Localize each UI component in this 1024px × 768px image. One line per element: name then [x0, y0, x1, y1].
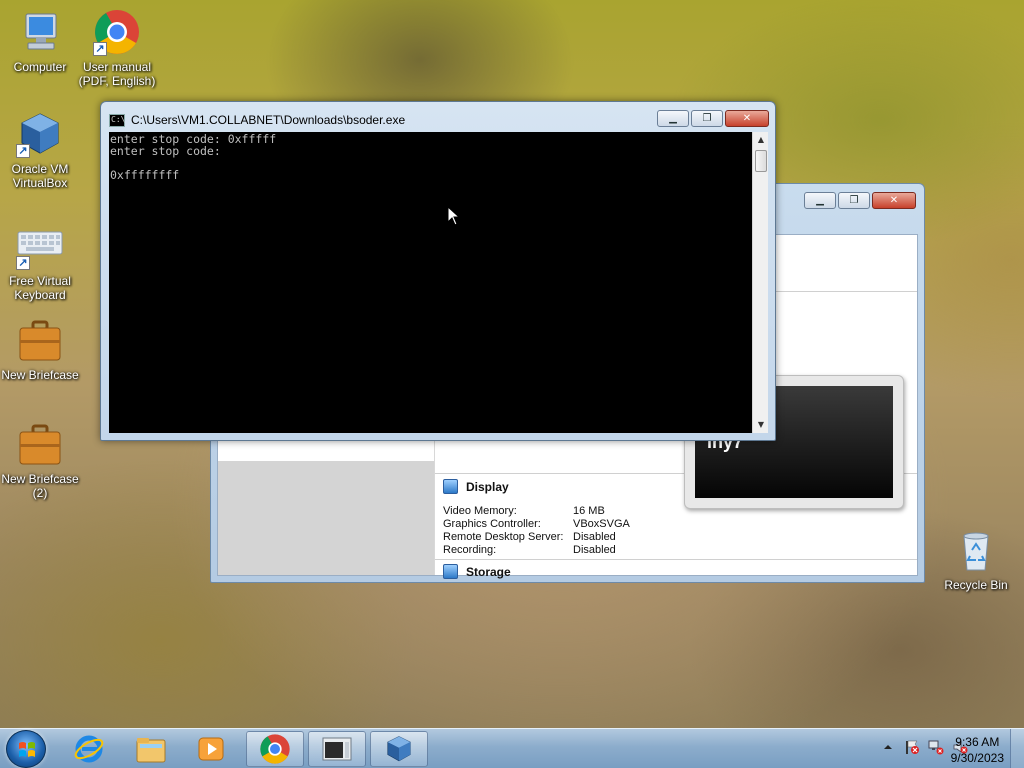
- show-desktop-button[interactable]: [1010, 729, 1024, 768]
- chrome-shortcut-icon: ↗: [93, 8, 141, 56]
- storage-section-title: Storage: [466, 564, 511, 579]
- detail-value: VBoxSVGA: [573, 518, 630, 530]
- taskbar-clock[interactable]: 9:36 AM 9/30/2023: [951, 734, 1004, 766]
- taskbar: 9:36 AM 9/30/2023: [0, 728, 1024, 768]
- action-center-flag-icon[interactable]: [904, 739, 920, 755]
- storage-section-header[interactable]: Storage: [443, 564, 511, 579]
- minimize-button[interactable]: ▁: [657, 110, 689, 127]
- desktop-icon-label: Oracle VM VirtualBox: [11, 162, 69, 190]
- internet-explorer-icon: [74, 735, 104, 763]
- console-app-icon: [322, 737, 352, 761]
- desktop-icon-label: Free Virtual Keyboard: [9, 274, 71, 302]
- media-player-icon: [198, 737, 224, 761]
- shortcut-arrow-icon: ↗: [16, 256, 30, 270]
- recycle-bin-icon: [952, 526, 1000, 574]
- desktop-icon-recycle-bin[interactable]: Recycle Bin: [936, 526, 1016, 592]
- desktop-icon-label: New Briefcase: [1, 368, 79, 382]
- detail-key: Recording:: [443, 544, 497, 556]
- display-section-title: Display: [466, 479, 509, 494]
- computer-icon: [16, 8, 64, 56]
- detail-key: Video Memory:: [443, 505, 517, 517]
- taskbar-internet-explorer[interactable]: [60, 731, 118, 767]
- desktop-icon-virtual-keyboard[interactable]: ↗ Free Virtual Keyboard: [0, 222, 80, 302]
- briefcase-icon: [16, 420, 64, 468]
- detail-value: 16 MB: [573, 505, 605, 517]
- mouse-cursor-icon: [447, 206, 461, 226]
- maximize-button[interactable]: ❐: [838, 192, 870, 209]
- close-button[interactable]: ✕: [872, 192, 916, 209]
- display-section-header[interactable]: Display: [443, 479, 509, 494]
- desktop-icon-new-briefcase[interactable]: New Briefcase: [0, 316, 80, 382]
- desktop-icon-label: Computer: [13, 60, 67, 74]
- start-button[interactable]: [6, 730, 46, 768]
- detail-value: Disabled: [573, 544, 616, 556]
- shortcut-arrow-icon: ↗: [16, 144, 30, 158]
- shortcut-arrow-icon: ↗: [93, 42, 107, 56]
- desktop-icon-virtualbox[interactable]: ↗ Oracle VM VirtualBox: [0, 110, 80, 190]
- desktop-icon-label: User manual (PDF, English): [78, 60, 156, 88]
- taskbar-media-player[interactable]: [182, 731, 240, 767]
- clock-time: 9:36 AM: [955, 735, 1000, 749]
- console-output[interactable]: enter stop code: 0xfffff enter stop code…: [109, 132, 752, 433]
- desktop-icon-label: Recycle Bin: [944, 578, 1008, 592]
- clock-date: 9/30/2023: [950, 751, 1004, 765]
- divider: [435, 559, 917, 560]
- scrollbar-thumb[interactable]: [755, 150, 767, 172]
- console-window[interactable]: C:\ C:\Users\VM1.COLLABNET\Downloads\bso…: [100, 101, 776, 441]
- taskbar-chrome[interactable]: [246, 731, 304, 767]
- chrome-icon: [260, 734, 290, 764]
- minimize-button[interactable]: ▁: [804, 192, 836, 209]
- keyboard-icon: ↗: [16, 222, 64, 270]
- virtualbox-icon: ↗: [16, 110, 64, 158]
- taskbar-windows-explorer[interactable]: [122, 731, 180, 767]
- windows-logo-icon: [19, 742, 35, 757]
- desktop-icon-user-manual[interactable]: ↗ User manual (PDF, English): [77, 8, 157, 88]
- detail-row: Video Memory: 16 MB: [443, 505, 630, 518]
- storage-icon: [443, 564, 458, 579]
- taskbar-virtualbox[interactable]: [370, 731, 428, 767]
- detail-row: Remote Desktop Server: Disabled: [443, 531, 630, 544]
- close-button[interactable]: ✕: [725, 110, 769, 127]
- scroll-up-arrow-icon[interactable]: ▲: [753, 132, 769, 148]
- console-window-title: C:\Users\VM1.COLLABNET\Downloads\bsoder.…: [131, 113, 406, 127]
- briefcase-icon: [16, 316, 64, 364]
- scroll-down-arrow-icon[interactable]: ▼: [753, 417, 769, 433]
- display-icon: [443, 479, 458, 494]
- console-app-icon: C:\: [109, 113, 125, 127]
- desktop-icon-label: New Briefcase (2): [1, 472, 79, 500]
- desktop-icon-new-briefcase-2[interactable]: New Briefcase (2): [0, 420, 80, 500]
- window-caption-buttons: ▁ ❐ ✕: [804, 192, 916, 209]
- show-hidden-icons-chevron-icon[interactable]: [880, 739, 896, 755]
- detail-key: Remote Desktop Server:: [443, 531, 564, 543]
- display-details: Video Memory: 16 MB Graphics Controller:…: [443, 505, 630, 557]
- windows-explorer-icon: [136, 738, 166, 763]
- network-icon[interactable]: [928, 739, 944, 755]
- detail-row: Graphics Controller: VBoxSVGA: [443, 518, 630, 531]
- detail-key: Graphics Controller:: [443, 518, 541, 530]
- desktop-icon-computer[interactable]: Computer: [0, 8, 80, 74]
- maximize-button[interactable]: ❐: [691, 110, 723, 127]
- virtualbox-icon: [387, 736, 411, 762]
- window-caption-buttons: ▁ ❐ ✕: [657, 110, 769, 127]
- taskbar-console[interactable]: [308, 731, 366, 767]
- detail-value: Disabled: [573, 531, 616, 543]
- vm-list-empty-area: [218, 461, 434, 575]
- console-scrollbar[interactable]: ▲ ▼: [752, 132, 768, 433]
- detail-row: Recording: Disabled: [443, 544, 630, 557]
